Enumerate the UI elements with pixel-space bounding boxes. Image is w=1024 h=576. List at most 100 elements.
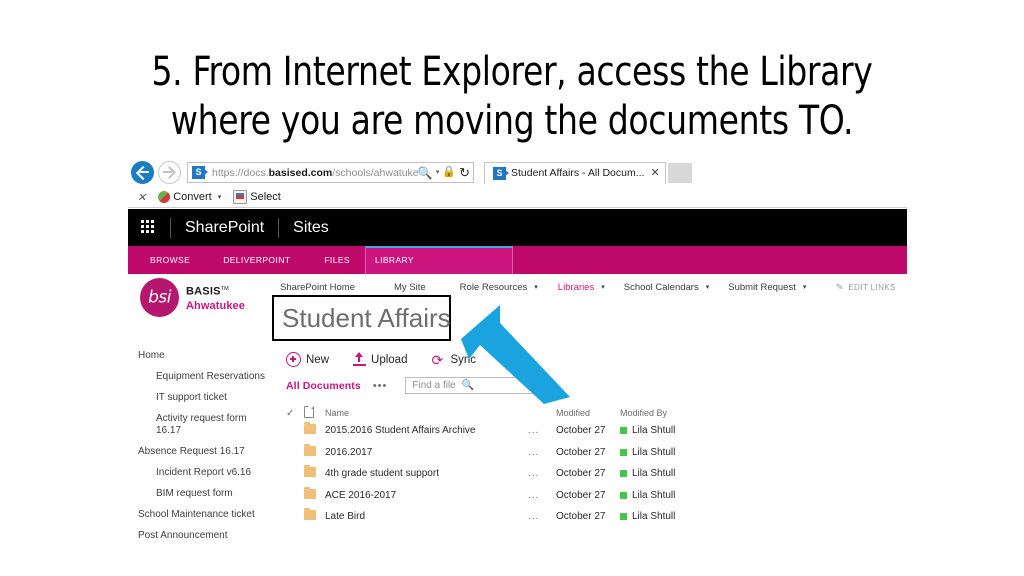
- new-tab-button[interactable]: [667, 162, 692, 183]
- site-title-highlight-box: Student Affairs: [272, 295, 451, 341]
- logo-ahwatukee-text: Ahwatukee: [186, 299, 245, 312]
- app-launcher-icon[interactable]: [141, 220, 156, 235]
- view-more-icon[interactable]: •••: [373, 380, 388, 392]
- row-actions-icon[interactable]: ...: [528, 447, 556, 458]
- chevron-down-icon-libraries[interactable]: ▾: [601, 283, 605, 291]
- logo-basis-text: BASISTM: [186, 285, 229, 298]
- convert-icon: [158, 191, 171, 203]
- site-logo[interactable]: bsi BASISTM Ahwatukee: [140, 278, 245, 317]
- sidebar-item-post-announcement[interactable]: Post Announcement: [138, 530, 298, 542]
- address-input[interactable]: S https://docs.basised.com/schools/ahwat…: [187, 162, 474, 183]
- edit-links-button[interactable]: ✎ EDIT LINKS: [836, 281, 896, 293]
- chevron-down-icon-role-resources[interactable]: ▾: [534, 283, 538, 291]
- row-name[interactable]: 2015.2016 Student Affairs Archive: [325, 425, 528, 436]
- document-command-bar: New Upload ⟳ Sync More ∨: [286, 352, 586, 367]
- tab-files[interactable]: FILES: [324, 255, 350, 265]
- address-dropdown-icon[interactable]: ▾: [436, 169, 440, 176]
- logo-wordmark: BASISTM Ahwatukee: [186, 283, 245, 312]
- document-list-header: ✓ Name Modified Modified By: [286, 406, 786, 420]
- sharepoint-brand-link[interactable]: SharePoint: [185, 219, 264, 237]
- ribbon-tabs: BROWSE DELIVERPOINT FILES LIBRARY: [128, 246, 414, 274]
- sidebar-item-it-support-ticket[interactable]: IT support ticket: [138, 392, 298, 404]
- address-bar-icons: 🔍 ▾ 🔒 ↻: [418, 166, 473, 179]
- tab-browse[interactable]: BROWSE: [150, 255, 190, 265]
- sidebar-item-equipment-reservations[interactable]: Equipment Reservations: [138, 371, 298, 383]
- column-header-modified-by[interactable]: Modified By: [620, 408, 710, 418]
- site-header: bsi BASISTM Ahwatukee SharePoint Home My…: [128, 274, 907, 321]
- trademark-mark: TM: [220, 286, 229, 293]
- tab-title: Student Affairs - All Docum...: [511, 167, 645, 179]
- close-icon[interactable]: ✕: [650, 167, 659, 179]
- select-all-checkbox[interactable]: ✓: [286, 408, 294, 419]
- row-name[interactable]: Late Bird: [325, 511, 528, 522]
- table-row[interactable]: ACE 2016-2017 ... October 27 Lila Shtull: [286, 485, 786, 507]
- address-search-icon[interactable]: 🔍: [418, 167, 433, 179]
- sync-button[interactable]: ⟳ Sync: [431, 353, 476, 367]
- edit-links-label: EDIT LINKS: [848, 282, 896, 292]
- nav-item-libraries[interactable]: Libraries: [558, 282, 594, 293]
- sidebar-item-incident-report[interactable]: Incident Report v6.16: [138, 467, 298, 479]
- view-selector-row: All Documents ••• Find a file 🔍: [286, 377, 549, 394]
- address-refresh-icon[interactable]: ↻: [459, 166, 470, 179]
- forward-arrow-icon[interactable]: [158, 161, 181, 184]
- nav-item-submit-request[interactable]: Submit Request: [728, 282, 796, 293]
- presence-indicator: [620, 470, 627, 478]
- folder-icon: [304, 508, 316, 521]
- row-actions-icon[interactable]: ...: [528, 490, 556, 501]
- sidebar-item-absence-request[interactable]: Absence Request 16.17: [138, 446, 298, 458]
- bsi-logo-text: bsi: [148, 287, 171, 308]
- addon-close-icon[interactable]: ✕: [137, 191, 146, 204]
- convert-label: Convert: [173, 191, 212, 203]
- select-button[interactable]: Select: [233, 190, 281, 204]
- nav-item-sharepoint-home[interactable]: SharePoint Home: [280, 282, 355, 293]
- table-row[interactable]: 2016.2017 ... October 27 Lila Shtull: [286, 442, 786, 464]
- table-row[interactable]: 2015.2016 Student Affairs Archive ... Oc…: [286, 420, 786, 442]
- row-actions-icon[interactable]: ...: [528, 511, 556, 522]
- sites-link[interactable]: Sites: [293, 219, 329, 237]
- row-actions-icon[interactable]: ...: [528, 425, 556, 436]
- column-header-name[interactable]: Name: [325, 408, 528, 418]
- sidebar-item-activity-request-form[interactable]: Activity request form 16.17: [138, 413, 298, 437]
- tab-library[interactable]: LIBRARY: [375, 255, 414, 265]
- row-name[interactable]: 4th grade student support: [325, 468, 528, 479]
- browser-screenshot: S https://docs.basised.com/schools/ahwat…: [128, 158, 907, 541]
- more-label: More: [500, 353, 526, 366]
- nav-item-school-calendars[interactable]: School Calendars: [624, 282, 699, 293]
- row-modified-by[interactable]: Lila Shtull: [632, 468, 675, 479]
- chevron-down-icon[interactable]: ▾: [218, 193, 222, 201]
- sidebar-item-home[interactable]: Home: [138, 350, 298, 362]
- browser-tab[interactable]: S Student Affairs - All Docum... ✕: [484, 161, 666, 184]
- sidebar-item-bim-request-form[interactable]: BIM request form: [138, 488, 298, 500]
- row-modified-by[interactable]: Lila Shtull: [632, 511, 675, 522]
- new-button[interactable]: New: [286, 352, 329, 367]
- row-actions-icon[interactable]: ...: [528, 468, 556, 479]
- row-modified-by[interactable]: Lila Shtull: [632, 447, 675, 458]
- current-view-label[interactable]: All Documents: [286, 380, 361, 392]
- quick-launch-nav: Home Equipment Reservations IT support t…: [138, 350, 298, 551]
- column-header-modified[interactable]: Modified: [556, 408, 620, 418]
- chevron-down-icon-submit-request[interactable]: ▾: [803, 283, 807, 291]
- row-modified-by[interactable]: Lila Shtull: [632, 490, 675, 501]
- chevron-down-icon-school-calendars[interactable]: ▾: [706, 283, 710, 291]
- tab-deliverpoint[interactable]: DELIVERPOINT: [223, 255, 290, 265]
- table-row[interactable]: 4th grade student support ... October 27…: [286, 463, 786, 485]
- back-arrow-icon[interactable]: [131, 161, 154, 184]
- table-row[interactable]: Late Bird ... October 27 Lila Shtull: [286, 506, 786, 528]
- plus-circle-icon: [286, 352, 301, 367]
- row-name[interactable]: ACE 2016-2017: [325, 490, 528, 501]
- sidebar-item-school-maintenance[interactable]: School Maintenance ticket: [138, 509, 298, 521]
- chevron-down-icon-more: ∨: [529, 355, 535, 364]
- row-name[interactable]: 2016.2017: [325, 447, 528, 458]
- presence-indicator: [620, 427, 627, 435]
- nav-item-my-site[interactable]: My Site: [394, 282, 426, 293]
- convert-button[interactable]: Convert: [158, 191, 212, 203]
- suite-divider: [170, 217, 171, 238]
- upload-button[interactable]: Upload: [353, 352, 407, 367]
- document-type-icon: [304, 406, 314, 418]
- address-lock-icon: 🔒: [442, 166, 457, 178]
- more-button[interactable]: More ∨: [500, 354, 535, 366]
- search-input[interactable]: Find a file 🔍: [405, 377, 549, 394]
- nav-item-role-resources[interactable]: Role Resources: [460, 282, 528, 293]
- address-url-text: https://docs.basised.com/schools/ahwatuk…: [212, 167, 418, 179]
- row-modified-by[interactable]: Lila Shtull: [632, 425, 675, 436]
